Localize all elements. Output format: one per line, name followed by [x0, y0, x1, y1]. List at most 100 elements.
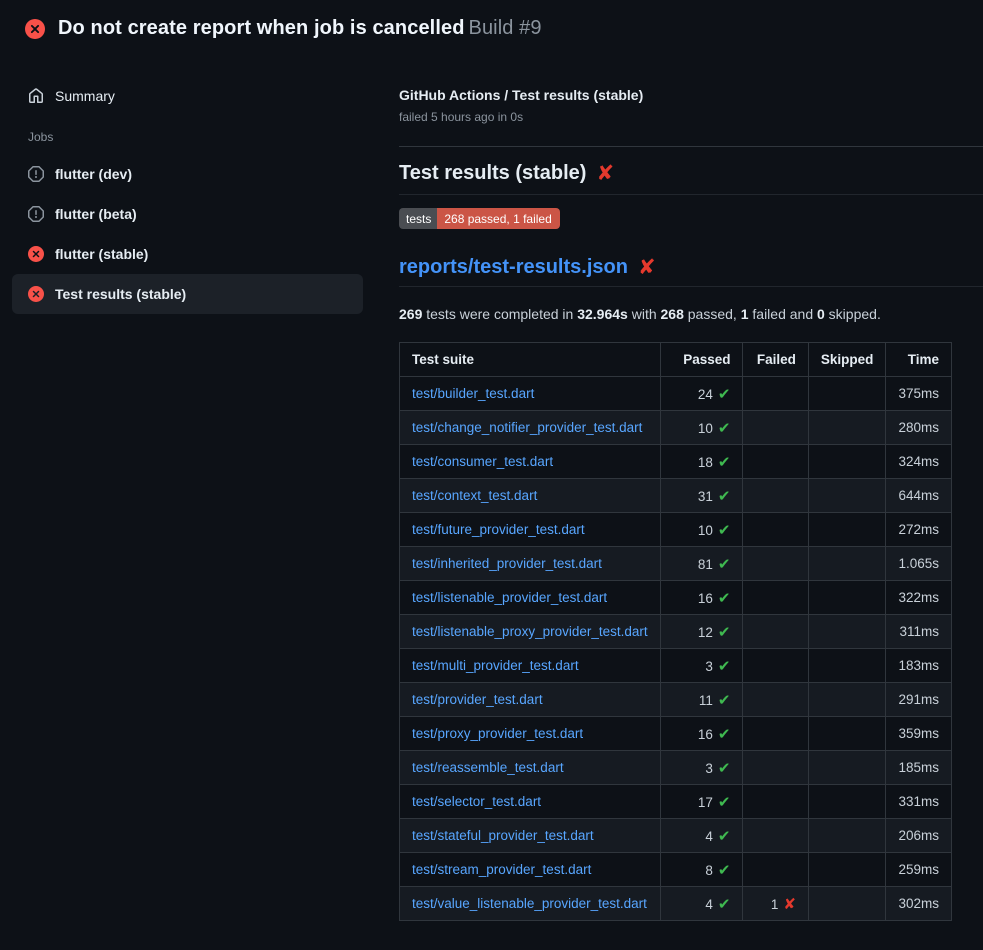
sidebar-item-summary[interactable]: Summary [0, 78, 375, 114]
page-title-line: Do not create report when job is cancell… [58, 17, 542, 40]
sidebar-job-item[interactable]: flutter (stable) [12, 234, 363, 274]
sidebar-job-item[interactable]: flutter (dev) [12, 154, 363, 194]
time-cell: 291ms [886, 683, 952, 717]
test-suite-link[interactable]: test/listenable_proxy_provider_test.dart [412, 624, 648, 639]
time-cell: 359ms [886, 717, 952, 751]
test-suite-link[interactable]: test/provider_test.dart [412, 692, 543, 707]
skipped-cell [808, 819, 886, 853]
col-header-failed: Failed [743, 343, 808, 377]
check-icon: ✔ [718, 692, 731, 709]
table-row: test/selector_test.dart 17✔ 331ms [400, 785, 952, 819]
passed-cell: 18✔ [660, 445, 743, 479]
cancelled-stop-icon [28, 206, 44, 222]
table-header-row: Test suite Passed Failed Skipped Time [400, 343, 952, 377]
test-suite-link[interactable]: test/context_test.dart [412, 488, 537, 503]
skipped-cell [808, 445, 886, 479]
passed-cell: 12✔ [660, 615, 743, 649]
table-row: test/stateful_provider_test.dart 4✔ 206m… [400, 819, 952, 853]
failed-cell [743, 513, 808, 547]
table-row: test/change_notifier_provider_test.dart … [400, 411, 952, 445]
table-row: test/value_listenable_provider_test.dart… [400, 887, 952, 921]
check-icon: ✔ [718, 488, 731, 505]
failed-cell [743, 377, 808, 411]
test-suite-link[interactable]: test/value_listenable_provider_test.dart [412, 896, 647, 911]
test-suite-link[interactable]: test/future_provider_test.dart [412, 522, 585, 537]
sentence-segment: 32.964s [577, 306, 628, 322]
check-icon: ✔ [718, 896, 731, 913]
table-row: test/multi_provider_test.dart 3✔ 183ms [400, 649, 952, 683]
cross-mark-icon: ✘ [638, 257, 656, 278]
failed-cell [743, 683, 808, 717]
passed-cell: 16✔ [660, 717, 743, 751]
status-line: failed 5 hours ago in 0s [399, 109, 983, 125]
sidebar-job-item[interactable]: Test results (stable) [12, 274, 363, 314]
sentence-segment: passed, [684, 306, 741, 322]
time-cell: 311ms [886, 615, 952, 649]
x-circle-icon [25, 19, 45, 39]
tests-status-badge: tests 268 passed, 1 failed [399, 208, 560, 229]
time-cell: 185ms [886, 751, 952, 785]
sidebar-summary-label: Summary [55, 88, 115, 104]
time-cell: 375ms [886, 377, 952, 411]
sidebar-job-item[interactable]: flutter (beta) [12, 194, 363, 234]
check-icon: ✔ [718, 590, 731, 607]
time-cell: 259ms [886, 853, 952, 887]
time-cell: 302ms [886, 887, 952, 921]
sentence-segment: skipped. [825, 306, 881, 322]
test-suite-link[interactable]: test/inherited_provider_test.dart [412, 556, 602, 571]
failed-cell [743, 479, 808, 513]
check-icon: ✔ [718, 556, 731, 573]
test-suite-link[interactable]: test/stateful_provider_test.dart [412, 828, 594, 843]
failed-cell [743, 411, 808, 445]
test-suite-link[interactable]: test/stream_provider_test.dart [412, 862, 591, 877]
skipped-cell [808, 513, 886, 547]
x-circle-icon [28, 246, 44, 262]
passed-cell: 24✔ [660, 377, 743, 411]
check-icon: ✔ [718, 454, 731, 471]
skipped-cell [808, 377, 886, 411]
failed-cell [743, 853, 808, 887]
passed-cell: 81✔ [660, 547, 743, 581]
time-cell: 322ms [886, 581, 952, 615]
failed-cell [743, 547, 808, 581]
skipped-cell [808, 751, 886, 785]
badge-label: tests [399, 208, 437, 229]
breadcrumb: GitHub Actions / Test results (stable) [399, 86, 983, 105]
passed-cell: 17✔ [660, 785, 743, 819]
skipped-cell [808, 615, 886, 649]
test-suite-link[interactable]: test/selector_test.dart [412, 794, 541, 809]
check-run-header: Do not create report when job is cancell… [0, 0, 983, 40]
skipped-cell [808, 683, 886, 717]
failed-cell [743, 581, 808, 615]
cancelled-stop-icon [28, 166, 44, 182]
summary-sentence: 269 tests were completed in 32.964s with… [399, 304, 983, 325]
check-icon: ✔ [718, 386, 731, 403]
time-cell: 280ms [886, 411, 952, 445]
failed-cell: 1✘ [743, 887, 808, 921]
sidebar-job-label: flutter (dev) [55, 166, 132, 182]
report-file-link[interactable]: reports/test-results.json [399, 256, 628, 279]
col-header-passed: Passed [660, 343, 743, 377]
test-suite-link[interactable]: test/builder_test.dart [412, 386, 534, 401]
skipped-cell [808, 649, 886, 683]
failed-cell [743, 751, 808, 785]
cross-mark-icon: ✘ [596, 163, 614, 184]
sidebar-job-label: Test results (stable) [55, 286, 186, 302]
sentence-segment: 0 [817, 306, 825, 322]
test-suite-link[interactable]: test/listenable_provider_test.dart [412, 590, 607, 605]
check-icon: ✔ [718, 862, 731, 879]
test-suite-link[interactable]: test/change_notifier_provider_test.dart [412, 420, 642, 435]
test-results-table: Test suite Passed Failed Skipped Time te… [399, 342, 952, 921]
sidebar-job-label: flutter (beta) [55, 206, 137, 222]
test-suite-link[interactable]: test/multi_provider_test.dart [412, 658, 579, 673]
table-row: test/reassemble_test.dart 3✔ 185ms [400, 751, 952, 785]
test-suite-link[interactable]: test/consumer_test.dart [412, 454, 553, 469]
test-suite-link[interactable]: test/proxy_provider_test.dart [412, 726, 583, 741]
failed-cell [743, 785, 808, 819]
failed-cell [743, 615, 808, 649]
skipped-cell [808, 717, 886, 751]
table-row: test/builder_test.dart 24✔ 375ms [400, 377, 952, 411]
test-suite-link[interactable]: test/reassemble_test.dart [412, 760, 564, 775]
check-icon: ✔ [718, 624, 731, 641]
table-row: test/future_provider_test.dart 10✔ 272ms [400, 513, 952, 547]
